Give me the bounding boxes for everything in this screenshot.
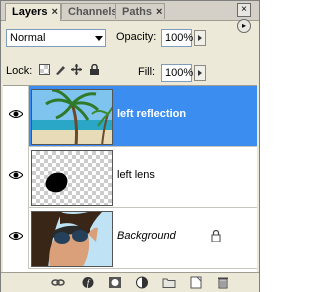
fill-slider-button[interactable] — [194, 65, 206, 81]
close-icon[interactable]: × — [237, 3, 251, 17]
delete-layer-icon[interactable] — [216, 276, 230, 289]
lock-pixels-icon[interactable] — [55, 64, 66, 75]
visibility-cell[interactable] — [3, 147, 29, 208]
layer-thumbnail-beach — [31, 89, 113, 145]
layer-thumbnail-lens — [31, 150, 113, 206]
layer-name: Background — [117, 230, 176, 242]
tab-close-icon[interactable]: × — [51, 6, 57, 18]
fill-label: Fill: — [138, 66, 156, 78]
beach-thumbnail-image — [32, 90, 112, 144]
link-layers-icon[interactable] — [51, 276, 65, 289]
eye-icon[interactable] — [9, 170, 23, 180]
blend-mode-select[interactable]: Normal — [6, 29, 106, 47]
blend-mode-value: Normal — [10, 32, 46, 44]
visibility-cell[interactable] — [3, 208, 29, 269]
fill-field[interactable]: 100% — [161, 64, 193, 82]
woman-thumbnail-image — [32, 212, 112, 266]
new-group-icon[interactable] — [162, 276, 176, 289]
opacity-label: Opacity: — [116, 31, 157, 43]
tab-paths[interactable]: Paths × — [115, 3, 165, 19]
eye-icon[interactable] — [9, 231, 23, 241]
new-layer-icon[interactable] — [189, 276, 203, 289]
layer-style-icon[interactable]: f — [81, 276, 95, 289]
tab-paths-label: Paths — [122, 6, 152, 18]
lock-transparency-icon[interactable] — [39, 64, 50, 75]
bottom-toolbar: f — [1, 272, 259, 292]
eye-icon[interactable] — [9, 109, 23, 119]
layer-row-left-lens[interactable]: left lens — [3, 147, 257, 208]
lock-position-icon[interactable] — [71, 64, 82, 75]
layers-panel: Layers × Channels Paths × × ▸ Normal Opaci… — [0, 0, 260, 292]
lock-row: Lock: Fill: 100% — [1, 56, 259, 84]
tab-channels-label: Channels — [68, 6, 118, 18]
tab-channels[interactable]: Channels — [61, 3, 121, 19]
visibility-cell[interactable] — [3, 86, 29, 147]
lock-icon — [211, 230, 221, 242]
layer-thumbnail-woman — [31, 211, 113, 267]
blend-row: Normal Opacity: 100% — [1, 21, 259, 53]
layer-name: left lens — [117, 169, 155, 181]
lens-shape-image — [45, 172, 68, 193]
lock-all-icon[interactable] — [89, 64, 100, 75]
add-mask-icon[interactable] — [108, 276, 122, 289]
layer-row-left-reflection[interactable]: left reflection — [3, 86, 257, 147]
layer-name: left reflection — [117, 108, 187, 120]
tab-layers[interactable]: Layers × — [5, 3, 61, 21]
opacity-slider-button[interactable] — [194, 30, 206, 46]
opacity-field[interactable]: 100% — [161, 29, 193, 47]
chevron-down-icon — [95, 36, 103, 41]
layers-list: left reflection left lens Background — [3, 85, 257, 272]
tab-close-icon[interactable]: × — [156, 6, 162, 18]
lock-label: Lock: — [6, 65, 33, 77]
layer-row-background[interactable]: Background — [3, 208, 257, 269]
tab-layers-label: Layers — [12, 6, 48, 18]
tab-bar: Layers × Channels Paths × × ▸ — [1, 1, 259, 33]
adjustment-layer-icon[interactable] — [135, 276, 149, 289]
